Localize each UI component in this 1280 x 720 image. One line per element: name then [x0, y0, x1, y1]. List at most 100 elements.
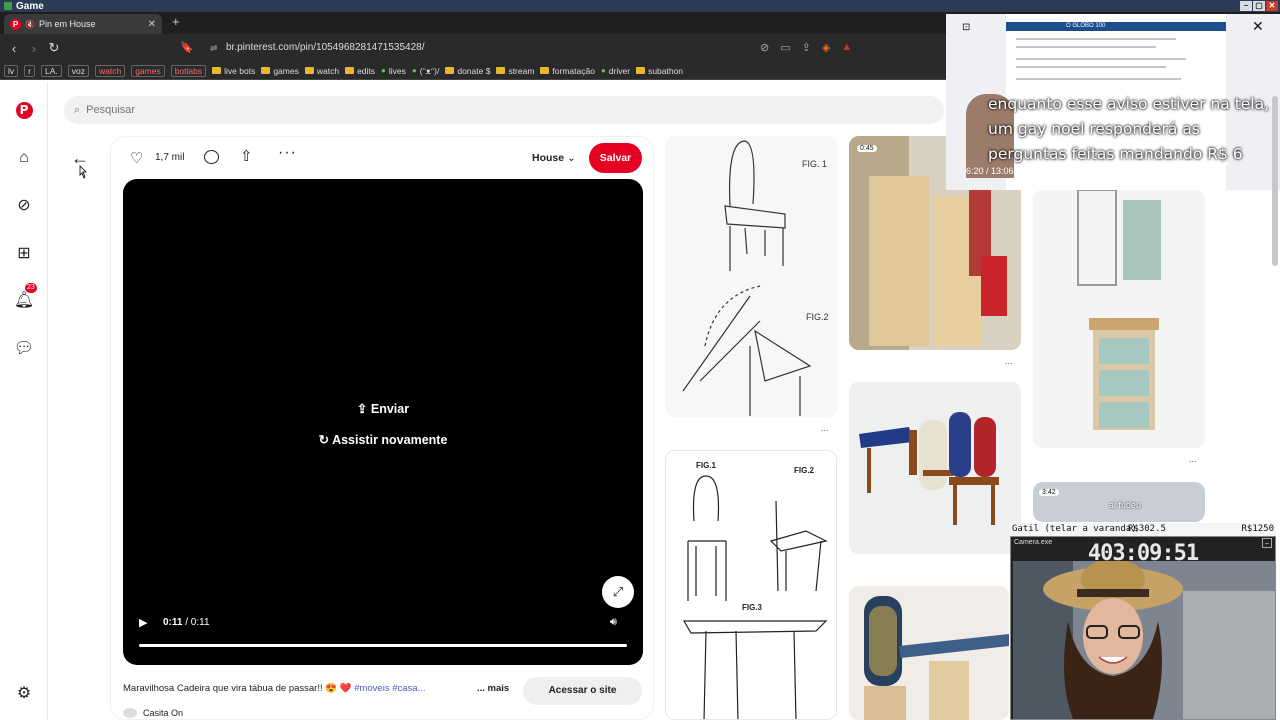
browser-tab-active[interactable]: P 🔇 Pin em House ✕ [4, 14, 162, 34]
back-nav-icon[interactable]: ‹ [4, 41, 24, 56]
window-controls: – ▢ ✕ [1240, 1, 1278, 11]
site-info-icon[interactable]: ⇌ [210, 38, 218, 58]
bookmark-label: games [273, 65, 299, 76]
bookmark-item[interactable]: subathon [636, 66, 683, 76]
forward-nav-icon[interactable]: › [24, 41, 44, 56]
expand-icon[interactable]: ⤢ [602, 576, 634, 608]
more-options-icon[interactable]: ··· [278, 144, 297, 162]
video-player[interactable]: ⇪ Enviar ↻ Assistir novamente ⤢ ▶ 0:11 /… [123, 179, 643, 665]
comment-icon[interactable] [204, 150, 219, 164]
bookmark-item[interactable]: botlabs [170, 64, 207, 77]
bookmark-item[interactable]: voz [67, 64, 89, 77]
page-scrollbar[interactable] [1272, 96, 1278, 266]
folder-icon [445, 67, 455, 74]
send-button[interactable]: ⇪ Enviar [123, 401, 643, 416]
bookmark-item[interactable]: edits [345, 66, 375, 76]
reload-icon[interactable]: ↻ [44, 40, 64, 56]
chair-patent-image: FIG. 1 FIG.2 [682, 140, 829, 416]
timer-webcam-panel: Camera.exe − 403:09:51 [1010, 536, 1276, 720]
bookmark-item[interactable]: games [131, 64, 165, 77]
share-icon[interactable]: ⇧ [240, 147, 253, 165]
replay-button[interactable]: ↻ Assistir novamente [123, 432, 643, 447]
overlay-volume-icon[interactable]: 🔊︎ [1197, 160, 1205, 175]
bookmark-item[interactable]: ● (ᵔᴥᵔ)/ [412, 66, 439, 76]
bookmark-item[interactable]: games [261, 66, 299, 76]
related-pin-patent-drawing-2[interactable]: FIG.1 FIG.2 FIG.3 [665, 450, 837, 720]
description-tags[interactable]: #moveis #casa... [354, 683, 425, 694]
notifications-icon[interactable]: 🔔︎ 23 [12, 283, 37, 312]
rewind-icon[interactable]: ↺ [1076, 160, 1086, 175]
replay-label: Assistir novamente [332, 433, 448, 447]
save-button[interactable]: Salvar [589, 143, 642, 173]
maximize-button[interactable]: ▢ [1253, 1, 1265, 11]
toolbar-extensions: ⊘ ▭ ⇪ ◈ ▲ [760, 41, 852, 54]
bookmark-item[interactable]: donate $ [445, 66, 490, 76]
new-tab-button[interactable]: + [172, 14, 180, 29]
author-name: Casita On [143, 708, 184, 718]
brave-shield-icon[interactable]: ◈ [822, 41, 830, 54]
search-input[interactable]: ⌕ Pesquisar [64, 96, 944, 124]
bookmark-label: watch [316, 65, 340, 76]
visit-site-button[interactable]: Acessar o site [523, 677, 642, 705]
close-tab-icon[interactable]: ✕ [148, 19, 156, 30]
bookmark-item[interactable]: formatação [540, 66, 595, 76]
bookmark-item[interactable]: r [24, 64, 35, 77]
minimize-button[interactable]: – [1240, 1, 1252, 11]
goal-target: R$1250 [1241, 524, 1274, 534]
overlay-play-icon[interactable]: ▶ [1100, 160, 1109, 175]
share-page-icon[interactable]: ⇪ [802, 41, 811, 54]
bookmark-item[interactable]: ● driver [601, 66, 630, 76]
pin-author[interactable]: Casita On [123, 708, 183, 718]
close-overlay-icon[interactable]: ✕ [1252, 18, 1264, 35]
home-icon[interactable]: ⌂ [12, 146, 36, 170]
send-label: Enviar [370, 402, 410, 416]
video-progress-bar[interactable] [139, 644, 627, 647]
bookmark-item[interactable]: watch [94, 64, 126, 77]
goal-current: R$302.5 [1128, 524, 1166, 534]
more-dots-icon[interactable]: ... [821, 423, 829, 433]
bookmark-item[interactable]: stream [496, 66, 534, 76]
board-selector[interactable]: House ⌄ [532, 152, 576, 164]
app-icon [4, 2, 12, 10]
pinterest-logo-icon[interactable]: P [12, 98, 36, 122]
related-pin-video-2[interactable]: 3:42 ai fudeu [1033, 482, 1205, 522]
bookmark-item[interactable]: ● lives [381, 66, 406, 76]
bookmark-item[interactable]: LA. [40, 64, 62, 77]
overlay-video-player[interactable]: O GLOBO 100 ⊡ ✕ enquanto esse aviso esti… [946, 14, 1280, 190]
bookmark-icon[interactable]: 🔖 [180, 41, 194, 54]
create-icon[interactable]: ⊞ [12, 241, 36, 265]
cast-off-icon[interactable]: ⊘ [760, 41, 769, 54]
video-duration-badge: 0:45 [857, 145, 877, 152]
mute-icon[interactable]: 🔇 [25, 20, 35, 29]
close-window-button[interactable]: ✕ [1266, 1, 1278, 11]
folder-icon [636, 67, 646, 74]
brave-rewards-icon[interactable]: ▲ [841, 41, 852, 54]
bookmark-item[interactable]: live bots [212, 66, 255, 76]
ironing-chair-image [849, 586, 1009, 720]
settings-icon[interactable]: ⚙ [12, 681, 36, 705]
fullscreen-icon[interactable]: ⤢ [1219, 160, 1229, 175]
related-pin-colored-chairs[interactable] [849, 382, 1021, 554]
heart-icon[interactable]: ♡ [130, 149, 143, 167]
pinterest-favicon-icon: P [10, 18, 21, 30]
fig2-label-2: FIG.2 [794, 466, 815, 475]
bookmark-item[interactable]: watch [304, 65, 340, 76]
related-pin-ironing-chair[interactable] [849, 586, 1009, 720]
bookmark-item[interactable]: lv [4, 64, 19, 77]
messages-icon[interactable]: 💬︎ [12, 336, 36, 360]
fig1-label-2: FIG.1 [696, 461, 717, 470]
bookmark-label: lv [4, 64, 19, 77]
related-pin-cabinet[interactable] [1033, 190, 1205, 448]
more-dots-icon[interactable]: ... [1189, 454, 1197, 464]
forward-icon[interactable]: ↻ [1123, 160, 1133, 175]
related-pin-patent-drawing[interactable]: FIG. 1 FIG.2 [665, 136, 837, 417]
screen-icon[interactable]: ▭ [780, 41, 790, 54]
volume-icon[interactable]: 🔊︎ [610, 616, 617, 629]
board-name: House [532, 152, 565, 164]
explore-icon[interactable]: ⊘ [12, 193, 36, 217]
more-link[interactable]: ... mais [477, 683, 509, 694]
pin-toolbar: ♡ 1,7 mil ⇧ ··· House ⌄ Salvar [128, 143, 644, 173]
more-dots-icon[interactable]: ... [1005, 356, 1013, 366]
pip-icon[interactable]: ⊡ [962, 22, 970, 33]
play-icon[interactable]: ▶ [139, 616, 147, 629]
